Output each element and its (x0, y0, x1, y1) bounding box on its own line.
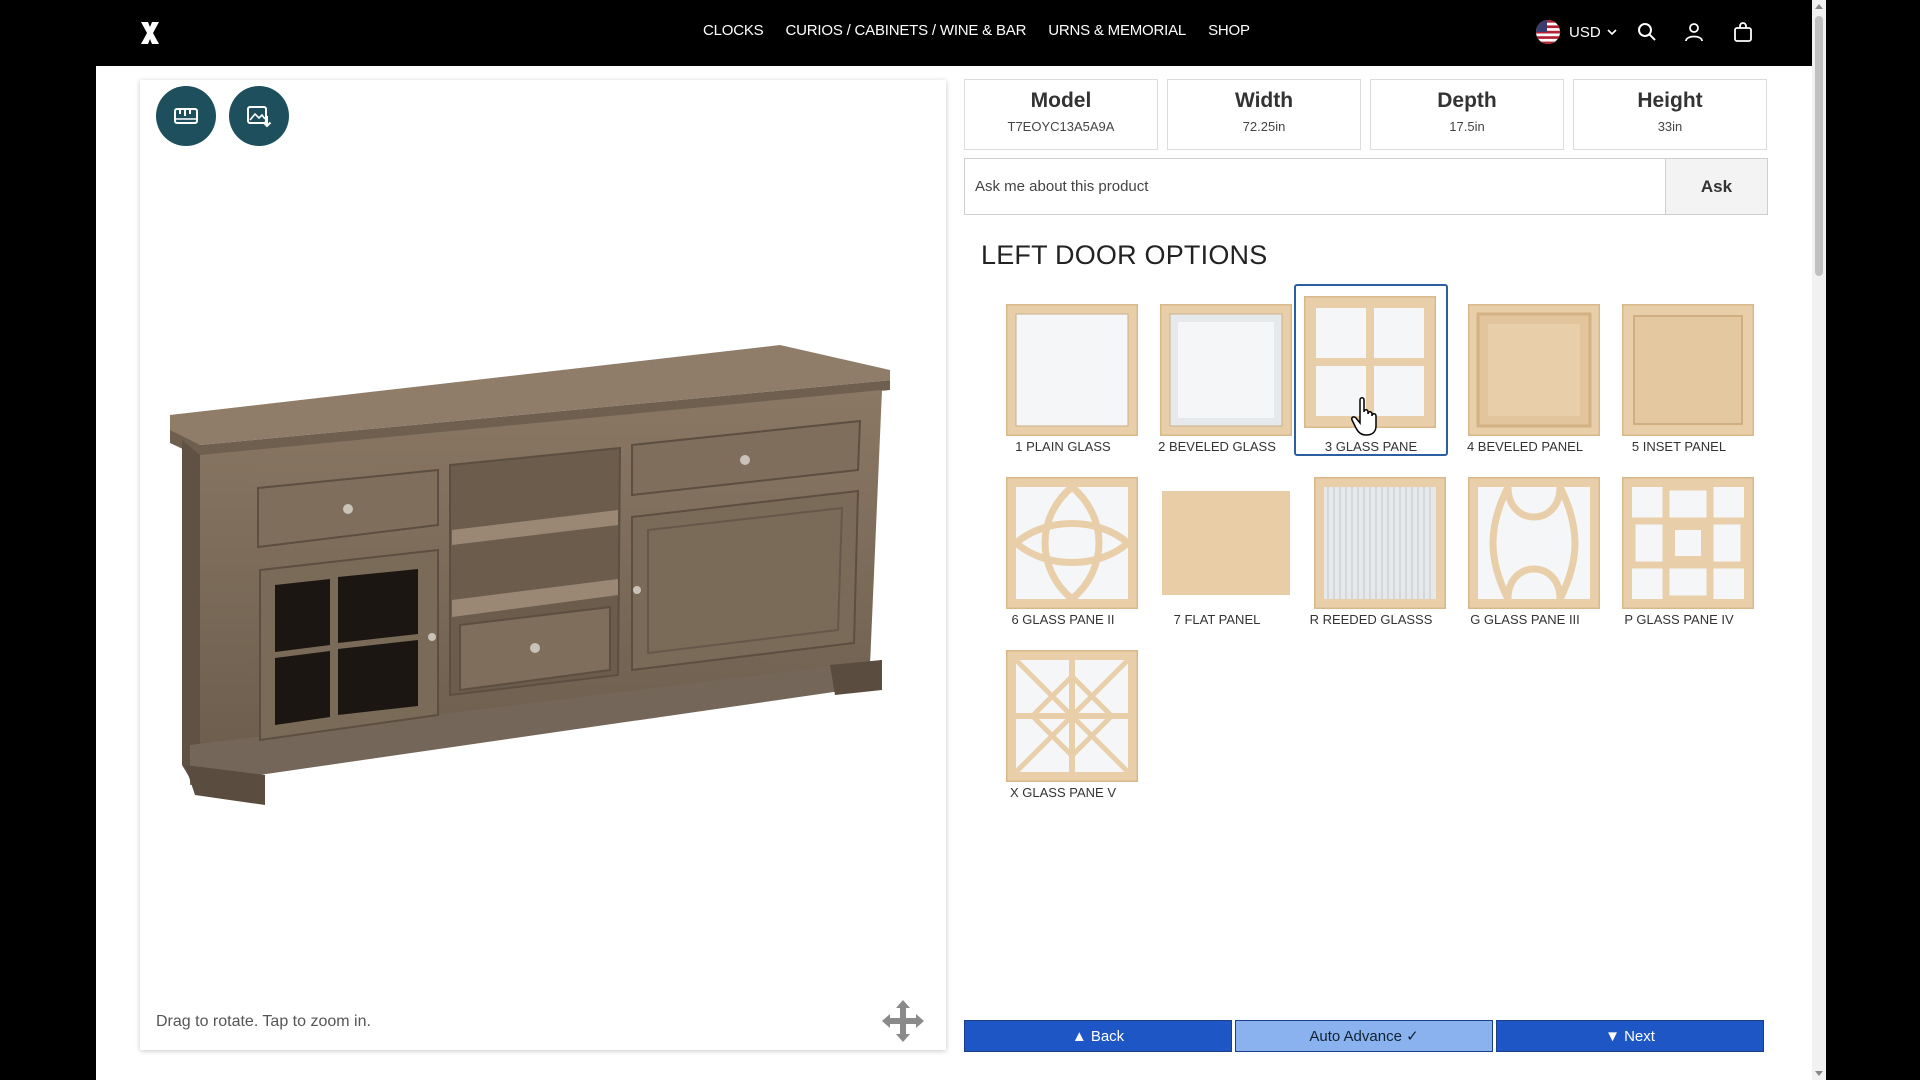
door-option-glass-pane[interactable]: 3 GLASS PANE (1294, 284, 1448, 456)
door-options-grid: 1 PLAIN GLASS 2 BEVELED GLASS 3 GLASS PANE… (986, 284, 1756, 813)
plain-glass-swatch (1006, 304, 1138, 436)
beveled-glass-swatch (1160, 304, 1292, 436)
door-option-glass-pane-iv[interactable]: P GLASS PANE IV (1602, 467, 1756, 640)
door-option-plain-glass[interactable]: 1 PLAIN GLASS (986, 294, 1140, 467)
spec-depth: Depth 17.5in (1370, 79, 1564, 150)
door-option-label: 6 GLASS PANE II (1011, 612, 1115, 627)
currency-code: USD (1569, 23, 1601, 41)
door-option-label: 3 GLASS PANE (1324, 439, 1418, 454)
door-option-flat-panel[interactable]: 7 FLAT PANEL (1140, 467, 1294, 640)
door-option-beveled-glass[interactable]: 2 BEVELED GLASS (1140, 294, 1294, 467)
spec-value: T7EOYC13A5A9A (1007, 119, 1115, 134)
door-option-label: X GLASS PANE V (1010, 785, 1116, 800)
nav-link-shop[interactable]: SHOP (1208, 22, 1250, 39)
glass-pane-swatch (1304, 296, 1436, 428)
door-option-glass-pane-ii[interactable]: 6 GLASS PANE II (986, 467, 1140, 640)
ruler-icon (174, 108, 198, 124)
download-image-button[interactable] (229, 86, 289, 146)
beveled-panel-swatch (1468, 304, 1600, 436)
step-navigation: ▲ Back Auto Advance ✓ ▼ Next (964, 1020, 1764, 1052)
flat-panel-swatch (1162, 491, 1290, 595)
ask-button[interactable]: Ask (1665, 158, 1768, 215)
account-icon[interactable] (1684, 22, 1704, 42)
door-option-label: G GLASS PANE III (1470, 612, 1580, 627)
door-option-glass-pane-v[interactable]: X GLASS PANE V (986, 640, 1140, 813)
product-configurator: Drag to rotate. Tap to zoom in. Model T7… (96, 66, 1812, 1080)
cart-icon[interactable] (1733, 22, 1753, 42)
nav-link-urns-memorial[interactable]: URNS & MEMORIAL (1048, 22, 1186, 39)
door-option-label: R REEDED GLASSS (1309, 612, 1433, 627)
scroll-up-arrow-icon[interactable] (1815, 4, 1823, 9)
move-arrows-icon[interactable] (880, 998, 926, 1044)
spec-label: Width (1234, 89, 1294, 112)
main-nav: CLOCKS CURIOS / CABINETS / WINE & BAR UR… (703, 22, 1250, 39)
back-button[interactable]: ▲ Back (964, 1020, 1232, 1052)
currency-label[interactable]: USD (1569, 24, 1617, 41)
page-scrollbar[interactable] (1812, 0, 1826, 1080)
product-3d-viewer[interactable]: Drag to rotate. Tap to zoom in. (140, 80, 946, 1050)
product-specs: Model T7EOYC13A5A9A Width 72.25in Depth … (964, 79, 1767, 150)
scroll-down-arrow-icon[interactable] (1815, 1071, 1823, 1076)
section-title: LEFT DOOR OPTIONS (981, 240, 1268, 270)
door-option-label: P GLASS PANE IV (1624, 612, 1734, 627)
glass-pane-v-swatch (1006, 650, 1138, 782)
door-option-label: 2 BEVELED GLASS (1158, 439, 1276, 454)
currency-selector[interactable]: USD (1536, 20, 1617, 44)
ask-question-input[interactable] (964, 158, 1665, 215)
next-button[interactable]: ▼ Next (1496, 1020, 1764, 1052)
spec-label: Model (1030, 89, 1092, 112)
nav-link-curios-cabinets[interactable]: CURIOS / CABINETS / WINE & BAR (786, 22, 1027, 39)
door-option-label: 5 INSET PANEL (1631, 439, 1727, 454)
spec-value: 33in (1657, 119, 1683, 134)
door-option-inset-panel[interactable]: 5 INSET PANEL (1602, 294, 1756, 467)
door-option-label: 1 PLAIN GLASS (1015, 439, 1111, 454)
nav-link-clocks[interactable]: CLOCKS (703, 22, 764, 39)
glass-pane-ii-swatch (1006, 477, 1138, 609)
brand-logo-icon[interactable] (140, 21, 160, 45)
spec-height: Height 33in (1573, 79, 1767, 150)
chevron-down-icon (1607, 28, 1617, 35)
spec-label: Depth (1437, 89, 1497, 112)
spec-model: Model T7EOYC13A5A9A (964, 79, 1158, 150)
reeded-glass-swatch (1314, 477, 1446, 609)
spec-value: 72.25in (1242, 119, 1286, 134)
viewer-hint-text: Drag to rotate. Tap to zoom in. (156, 1013, 371, 1030)
measure-button[interactable] (156, 86, 216, 146)
door-option-beveled-panel[interactable]: 4 BEVELED PANEL (1448, 294, 1602, 467)
search-icon[interactable] (1637, 22, 1657, 42)
glass-pane-iii-swatch (1468, 477, 1600, 609)
spec-value: 17.5in (1449, 119, 1485, 134)
spec-label: Height (1637, 89, 1703, 112)
ask-product-form: Ask (964, 158, 1768, 215)
top-navigation: CLOCKS CURIOS / CABINETS / WINE & BAR UR… (0, 0, 1812, 66)
door-option-glass-pane-iii[interactable]: G GLASS PANE III (1448, 467, 1602, 640)
door-option-reeded-glass[interactable]: R REEDED GLASSS (1294, 467, 1448, 640)
auto-advance-toggle[interactable]: Auto Advance ✓ (1235, 1020, 1493, 1052)
inset-panel-swatch (1622, 304, 1754, 436)
us-flag-icon (1536, 20, 1560, 44)
glass-pane-iv-swatch (1622, 477, 1754, 609)
image-download-icon (247, 106, 272, 128)
door-option-label: 7 FLAT PANEL (1173, 612, 1261, 627)
scrollbar-thumb[interactable] (1815, 16, 1823, 276)
spec-width: Width 72.25in (1167, 79, 1361, 150)
door-option-label: 4 BEVELED PANEL (1466, 439, 1584, 454)
tv-cabinet-render (170, 345, 890, 805)
